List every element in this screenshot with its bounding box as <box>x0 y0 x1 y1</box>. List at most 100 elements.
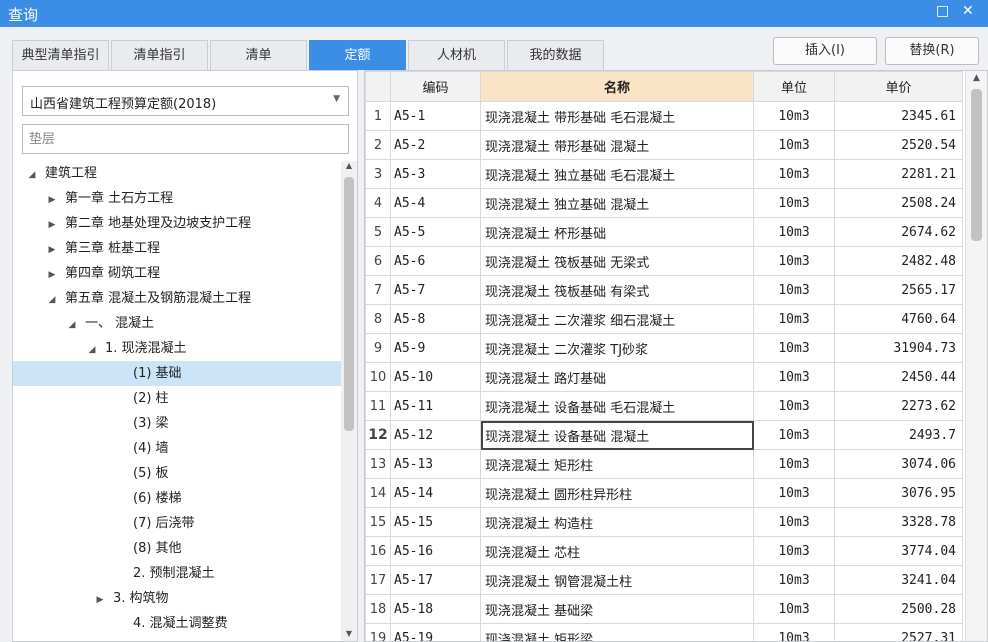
tab-bill[interactable]: 清单 <box>210 40 307 70</box>
cell-name[interactable]: 现浇混凝土 圆形柱异形柱 <box>480 478 754 508</box>
row-number[interactable]: 3 <box>365 159 391 189</box>
header-unit[interactable]: 单位 <box>753 71 835 102</box>
tab-typical-bill-guide[interactable]: 典型清单指引 <box>12 40 109 70</box>
cell-code[interactable]: A5-5 <box>390 217 481 247</box>
cell-unit[interactable]: 10m3 <box>753 420 835 450</box>
table-row[interactable]: 5 A5-5 现浇混凝土 杯形基础 10m3 2674.62 <box>365 217 963 247</box>
cell-price[interactable]: 2520.54 <box>834 130 963 160</box>
table-row[interactable]: 4 A5-4 现浇混凝土 独立基础 混凝土 10m3 2508.24 <box>365 188 963 218</box>
search-box[interactable] <box>22 124 349 154</box>
tree-item[interactable]: ▶ 第二章 地基处理及边坡支护工程 <box>13 211 341 236</box>
cell-code[interactable]: A5-8 <box>390 304 481 334</box>
cell-price[interactable]: 2500.28 <box>834 594 963 624</box>
header-code[interactable]: 编码 <box>390 71 481 102</box>
header-name[interactable]: 名称 <box>480 71 754 102</box>
row-number[interactable]: 8 <box>365 304 391 334</box>
cell-price[interactable]: 3774.04 <box>834 536 963 566</box>
cell-price[interactable]: 2450.44 <box>834 362 963 392</box>
scroll-thumb[interactable] <box>344 177 354 431</box>
expand-arrow-icon[interactable]: ▶ <box>45 188 59 213</box>
cell-code[interactable]: A5-2 <box>390 130 481 160</box>
cell-price[interactable]: 3076.95 <box>834 478 963 508</box>
table-row[interactable]: 10 A5-10 现浇混凝土 路灯基础 10m3 2450.44 <box>365 362 963 392</box>
tree-item[interactable]: ▶ 第三章 桩基工程 <box>13 236 341 261</box>
tree-item[interactable]: (8) 其他 <box>13 536 341 561</box>
row-number[interactable]: 10 <box>365 362 391 392</box>
collapse-arrow-icon[interactable]: ◢ <box>85 338 99 363</box>
expand-arrow-icon[interactable]: ▶ <box>93 588 107 613</box>
tree-item[interactable]: ▶ 第一章 土石方工程 <box>13 186 341 211</box>
tree-item[interactable]: ◢ 1. 现浇混凝土 <box>13 336 341 361</box>
row-number[interactable]: 7 <box>365 275 391 305</box>
cell-unit[interactable]: 10m3 <box>753 362 835 392</box>
cell-unit[interactable]: 10m3 <box>753 246 835 276</box>
table-row[interactable]: 13 A5-13 现浇混凝土 矩形柱 10m3 3074.06 <box>365 449 963 479</box>
table-row[interactable]: 17 A5-17 现浇混凝土 钢管混凝土柱 10m3 3241.04 <box>365 565 963 595</box>
scroll-up-icon[interactable]: ▲ <box>341 161 357 170</box>
row-number[interactable]: 19 <box>365 623 391 641</box>
row-number[interactable]: 13 <box>365 449 391 479</box>
cell-price[interactable]: 3074.06 <box>834 449 963 479</box>
cell-price[interactable]: 2345.61 <box>834 101 963 131</box>
cell-price[interactable]: 2273.62 <box>834 391 963 421</box>
collapse-arrow-icon[interactable]: ◢ <box>65 313 79 338</box>
cell-name[interactable]: 现浇混凝土 带形基础 毛石混凝土 <box>480 101 754 131</box>
tree-item[interactable]: (6) 楼梯 <box>13 486 341 511</box>
cell-unit[interactable]: 10m3 <box>753 333 835 363</box>
cell-name[interactable]: 现浇混凝土 设备基础 混凝土 <box>480 420 754 450</box>
cell-code[interactable]: A5-11 <box>390 391 481 421</box>
cell-code[interactable]: A5-14 <box>390 478 481 508</box>
close-button[interactable]: ✕ <box>962 3 974 19</box>
scroll-down-icon[interactable]: ▼ <box>341 629 357 638</box>
cell-price[interactable]: 2281.21 <box>834 159 963 189</box>
scroll-up-icon[interactable]: ▲ <box>966 73 987 83</box>
tree-item[interactable]: (2) 柱 <box>13 386 341 411</box>
replace-button[interactable]: 替换(R) <box>885 37 979 65</box>
cell-code[interactable]: A5-4 <box>390 188 481 218</box>
table-row[interactable]: 9 A5-9 现浇混凝土 二次灌浆 TJ砂浆 10m3 31904.73 <box>365 333 963 363</box>
row-number[interactable]: 2 <box>365 130 391 160</box>
cell-name[interactable]: 现浇混凝土 矩形梁 <box>480 623 754 641</box>
table-scrollbar[interactable]: ▲ <box>965 71 987 641</box>
collapse-arrow-icon[interactable]: ◢ <box>45 288 59 313</box>
cell-unit[interactable]: 10m3 <box>753 130 835 160</box>
cell-name[interactable]: 现浇混凝土 独立基础 混凝土 <box>480 188 754 218</box>
table-row[interactable]: 1 A5-1 现浇混凝土 带形基础 毛石混凝土 10m3 2345.61 <box>365 101 963 131</box>
cell-unit[interactable]: 10m3 <box>753 275 835 305</box>
cell-unit[interactable]: 10m3 <box>753 391 835 421</box>
cell-code[interactable]: A5-3 <box>390 159 481 189</box>
tab-labor-material-machine[interactable]: 人材机 <box>408 40 505 70</box>
collapse-arrow-icon[interactable]: ◢ <box>25 163 39 188</box>
table-row[interactable]: 11 A5-11 现浇混凝土 设备基础 毛石混凝土 10m3 2273.62 <box>365 391 963 421</box>
table-row[interactable]: 3 A5-3 现浇混凝土 独立基础 毛石混凝土 10m3 2281.21 <box>365 159 963 189</box>
tree-item[interactable]: ▶ 3. 构筑物 <box>13 586 341 611</box>
cell-price[interactable]: 31904.73 <box>834 333 963 363</box>
cell-unit[interactable]: 10m3 <box>753 217 835 247</box>
cell-name[interactable]: 现浇混凝土 设备基础 毛石混凝土 <box>480 391 754 421</box>
cell-name[interactable]: 现浇混凝土 构造柱 <box>480 507 754 537</box>
cell-price[interactable]: 2508.24 <box>834 188 963 218</box>
search-input[interactable] <box>23 125 348 153</box>
expand-arrow-icon[interactable]: ▶ <box>45 263 59 288</box>
tree-item[interactable]: (1) 基础 <box>13 361 341 386</box>
cell-code[interactable]: A5-16 <box>390 536 481 566</box>
cell-code[interactable]: A5-6 <box>390 246 481 276</box>
table-row[interactable]: 16 A5-16 现浇混凝土 芯柱 10m3 3774.04 <box>365 536 963 566</box>
cell-unit[interactable]: 10m3 <box>753 449 835 479</box>
tree-item[interactable]: ▶ 第四章 砌筑工程 <box>13 261 341 286</box>
cell-unit[interactable]: 10m3 <box>753 536 835 566</box>
cell-price[interactable]: 2565.17 <box>834 275 963 305</box>
table-row[interactable]: 8 A5-8 现浇混凝土 二次灌浆 细石混凝土 10m3 4760.64 <box>365 304 963 334</box>
cell-name[interactable]: 现浇混凝土 矩形柱 <box>480 449 754 479</box>
tree-item[interactable]: (3) 梁 <box>13 411 341 436</box>
cell-unit[interactable]: 10m3 <box>753 304 835 334</box>
quota-library-select[interactable]: 山西省建筑工程预算定额(2018) ▼ <box>22 86 349 116</box>
row-number[interactable]: 18 <box>365 594 391 624</box>
tree-item[interactable]: 4. 混凝土调整费 <box>13 611 341 636</box>
cell-code[interactable]: A5-12 <box>390 420 481 450</box>
cell-price[interactable]: 3241.04 <box>834 565 963 595</box>
cell-unit[interactable]: 10m3 <box>753 478 835 508</box>
cell-name[interactable]: 现浇混凝土 带形基础 混凝土 <box>480 130 754 160</box>
cell-name[interactable]: 现浇混凝土 基础梁 <box>480 594 754 624</box>
tree-item[interactable]: 2. 预制混凝土 <box>13 561 341 586</box>
